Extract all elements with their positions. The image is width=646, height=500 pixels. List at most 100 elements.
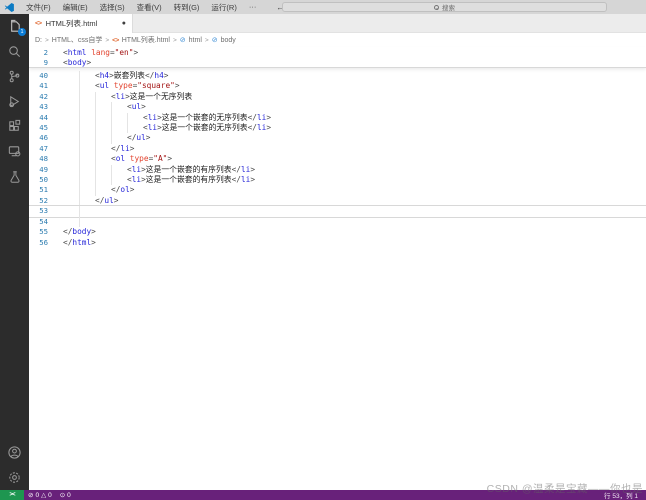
code-line[interactable]: 41<ul type="square"> — [29, 81, 646, 91]
explorer-icon[interactable]: 1 — [0, 14, 29, 39]
html-file-icon: <> — [35, 20, 42, 27]
settings-gear-icon[interactable] — [0, 465, 29, 490]
testing-icon[interactable] — [0, 164, 29, 189]
indent-guide-icon — [79, 217, 80, 227]
code-text: <ol type="A"> — [63, 154, 646, 164]
vscode-logo-icon — [4, 2, 15, 13]
code-line[interactable]: 52</ul> — [29, 196, 646, 206]
code-line[interactable]: 48<ol type="A"> — [29, 154, 646, 164]
breadcrumb-separator: > — [205, 37, 209, 44]
code-line[interactable]: 54 — [29, 217, 646, 227]
tab-html-list[interactable]: <> HTML列表.html ● — [29, 14, 133, 33]
line-number: 46 — [29, 133, 63, 143]
breadcrumb-separator: > — [105, 37, 109, 44]
tab-bar: <> HTML列表.html ● — [29, 14, 646, 33]
indent-guide-icon — [127, 123, 128, 133]
code-line[interactable]: 43<ul> — [29, 102, 646, 112]
menu-item-1[interactable]: 文件(F) — [20, 2, 57, 13]
search-placeholder: 搜索 — [442, 2, 455, 12]
search-sidebar-icon[interactable] — [0, 39, 29, 64]
code-text: </ul> — [63, 196, 646, 206]
menu-item-3[interactable]: 选择(S) — [94, 2, 131, 13]
breadcrumb-file[interactable]: HTML列表.html — [122, 35, 170, 45]
symbol-icon: ⊘ — [180, 36, 186, 44]
ports-icon: ⊙ — [60, 491, 65, 499]
account-icon[interactable] — [0, 440, 29, 465]
breadcrumb-drive[interactable]: D: — [35, 37, 42, 44]
breadcrumb-folder[interactable]: HTML、css自学 — [52, 35, 103, 45]
indent-guide-icon — [95, 144, 96, 154]
line-number: 54 — [29, 217, 63, 227]
modified-dot-icon[interactable]: ● — [122, 20, 126, 27]
sticky-line[interactable]: 2<html lang="en"> — [29, 48, 646, 58]
problems-indicator[interactable]: ⊘ 0 △ 0 — [24, 491, 56, 499]
line-number: 48 — [29, 154, 63, 164]
menu-item-2[interactable]: 编辑(E) — [57, 2, 94, 13]
indent-guide-icon — [79, 175, 80, 185]
code-text: </body> — [63, 227, 646, 237]
indent-guide-icon — [95, 123, 96, 133]
code-text: </li> — [63, 144, 646, 154]
indent-guide-icon — [95, 102, 96, 112]
run-debug-icon[interactable] — [0, 89, 29, 114]
code-text: <ul> — [63, 102, 646, 112]
menu-item-6[interactable]: 运行(R) — [205, 2, 242, 13]
indent-guide-icon — [79, 113, 80, 123]
indent-guide-icon — [111, 165, 112, 175]
line-number: 55 — [29, 227, 63, 237]
code-line[interactable]: 40<h4>嵌套列表</h4> — [29, 71, 646, 81]
line-number: 9 — [29, 58, 63, 68]
breadcrumb: D: > HTML、css自学 > <> HTML列表.html > ⊘ htm… — [29, 33, 646, 47]
sticky-line[interactable]: 9<body> — [29, 58, 646, 68]
code-line[interactable]: 46</ul> — [29, 133, 646, 143]
breadcrumb-symbol-html[interactable]: html — [189, 37, 202, 44]
code-line[interactable]: 45<li>这是一个嵌套的无序列表</li> — [29, 123, 646, 133]
html-file-icon: <> — [112, 37, 119, 44]
explorer-badge: 1 — [18, 28, 26, 36]
code-area[interactable]: 40<h4>嵌套列表</h4>41<ul type="square">42<li… — [29, 68, 646, 493]
indent-guide-icon — [79, 154, 80, 164]
code-line[interactable]: 53 — [29, 206, 646, 216]
indent-guide-icon — [79, 92, 80, 102]
code-text: <li>这是一个嵌套的有序列表</li> — [63, 165, 646, 175]
remote-indicator[interactable]: >< — [0, 490, 24, 500]
extensions-icon[interactable] — [0, 114, 29, 139]
indent-guide-icon — [111, 102, 112, 112]
source-control-icon[interactable] — [0, 64, 29, 89]
menu-item-5[interactable]: 转到(G) — [168, 2, 206, 13]
line-number: 50 — [29, 175, 63, 185]
code-line[interactable]: 55</body> — [29, 227, 646, 237]
code-text: <li>这是一个嵌套的有序列表</li> — [63, 175, 646, 185]
line-number: 2 — [29, 48, 63, 58]
indent-guide-icon — [79, 133, 80, 143]
menu-item-7[interactable]: ··· — [243, 2, 263, 13]
line-number: 47 — [29, 144, 63, 154]
indent-guide-icon — [79, 185, 80, 195]
menu-item-4[interactable]: 查看(V) — [131, 2, 168, 13]
code-line[interactable]: 42<li>这是一个无序列表 — [29, 92, 646, 102]
error-count: 0 — [35, 492, 39, 499]
code-line[interactable]: 49<li>这是一个嵌套的有序列表</li> — [29, 165, 646, 175]
ports-indicator[interactable]: ⊙ 0 — [56, 491, 75, 499]
error-icon: ⊘ — [28, 491, 33, 499]
remote-explorer-icon[interactable] — [0, 139, 29, 164]
indent-guide-icon — [79, 81, 80, 91]
breadcrumb-separator: > — [173, 37, 177, 44]
command-center-search[interactable]: 搜索 — [282, 2, 607, 12]
symbol-icon: ⊘ — [212, 36, 218, 44]
code-text: <li>这是一个嵌套的无序列表</li> — [63, 123, 646, 133]
line-number: 56 — [29, 238, 63, 248]
code-line[interactable]: 44<li>这是一个嵌套的无序列表</li> — [29, 113, 646, 123]
indent-guide-icon — [95, 92, 96, 102]
code-line[interactable]: 50<li>这是一个嵌套的有序列表</li> — [29, 175, 646, 185]
line-number: 45 — [29, 123, 63, 133]
cursor-position[interactable]: 行 53，列 1 — [604, 490, 638, 500]
code-line[interactable]: 47</li> — [29, 144, 646, 154]
code-line[interactable]: 51</ol> — [29, 185, 646, 195]
indent-guide-icon — [95, 113, 96, 123]
indent-guide-icon — [79, 71, 80, 81]
breadcrumb-symbol-body[interactable]: body — [221, 37, 236, 44]
code-line[interactable]: 56</html> — [29, 238, 646, 248]
activity-bar: 1 — [0, 14, 29, 490]
line-number: 40 — [29, 71, 63, 81]
